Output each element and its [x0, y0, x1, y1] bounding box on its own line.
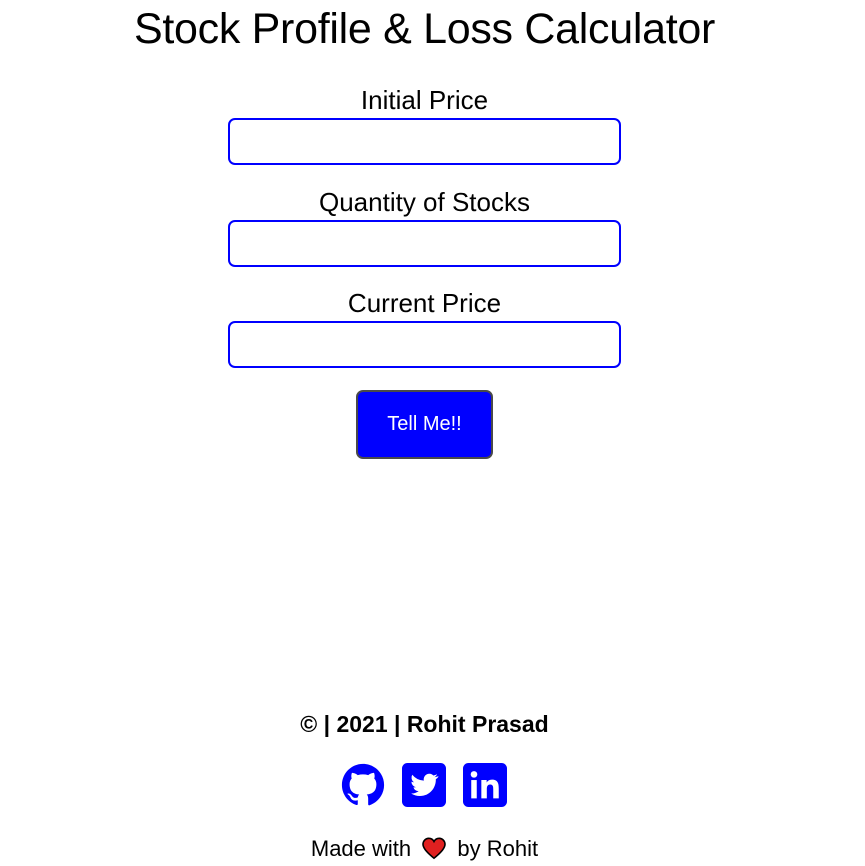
twitter-icon [402, 763, 446, 807]
twitter-link[interactable] [402, 763, 446, 807]
social-links [341, 763, 511, 809]
made-with-suffix: by Rohit [457, 836, 539, 861]
current-price-label: Current Price [347, 288, 502, 318]
github-icon [341, 763, 385, 806]
linkedin-link[interactable] [463, 763, 507, 807]
tell-me-button[interactable]: Tell Me!! [356, 390, 493, 459]
initial-price-field-group: Initial Price [0, 82, 849, 165]
made-with-prefix: Made with [310, 836, 412, 861]
current-price-input[interactable] [228, 321, 621, 368]
footer: © | 2021 | Rohit Prasad Made with by Roh… [0, 706, 849, 861]
linkedin-icon [463, 763, 507, 807]
current-price-field-group: Current Price [0, 285, 849, 368]
page-title: Stock Profile & Loss Calculator [133, 5, 715, 53]
page: Stock Profile & Loss Calculator Initial … [0, 0, 865, 866]
quantity-input[interactable] [228, 220, 621, 267]
initial-price-input[interactable] [228, 118, 621, 165]
initial-price-label: Initial Price [360, 85, 489, 115]
copyright-text: © | 2021 | Rohit Prasad [300, 711, 549, 737]
github-link[interactable] [341, 763, 385, 807]
made-with-line: Made with by Rohit [0, 834, 849, 864]
quantity-label: Quantity of Stocks [319, 187, 530, 217]
heart-icon [421, 836, 447, 860]
quantity-field-group: Quantity of Stocks [0, 184, 849, 267]
